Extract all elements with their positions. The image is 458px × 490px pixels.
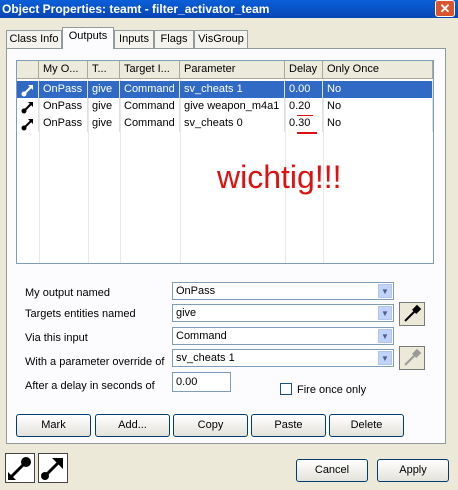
tab-outputs[interactable]: Outputs xyxy=(62,27,114,49)
cell-delay: 0.00 xyxy=(285,81,323,98)
chevron-down-icon[interactable]: ▼ xyxy=(378,329,392,343)
cell-parameter: sv_cheats 1 xyxy=(180,81,285,98)
table-row[interactable]: OnPass give Command sv_cheats 1 0.00 No xyxy=(17,81,433,98)
cell-output: OnPass xyxy=(39,98,88,115)
target-value: give xyxy=(176,307,197,319)
output-arrow-icon xyxy=(17,98,39,115)
title-bar: Object Properties: teamt - filter_activa… xyxy=(0,0,458,18)
tab-visgroup[interactable]: VisGroup xyxy=(194,30,248,48)
table-row[interactable]: OnPass give Command give weapon_m4a1 0.2… xyxy=(17,98,433,115)
chevron-down-icon[interactable]: ▼ xyxy=(378,306,392,320)
output-label: My output named xyxy=(25,287,110,299)
cell-only-once: No xyxy=(323,115,433,132)
cell-input: Command xyxy=(120,98,180,115)
eyedropper-icon xyxy=(404,348,422,366)
input-value: Command xyxy=(176,330,227,342)
cell-parameter: give weapon_m4a1 xyxy=(180,98,285,115)
output-arrow-icon xyxy=(17,81,39,98)
copy-button[interactable]: Copy xyxy=(173,414,248,437)
add-button[interactable]: Add... xyxy=(95,414,170,437)
window-title: Object Properties: teamt - filter_activa… xyxy=(2,2,270,16)
cell-only-once: No xyxy=(323,98,433,115)
output-value: OnPass xyxy=(176,285,216,297)
chevron-down-icon[interactable]: ▼ xyxy=(378,284,392,298)
tab-inputs[interactable]: Inputs xyxy=(114,30,154,48)
tab-class-info[interactable]: Class Info xyxy=(6,30,62,48)
column-header-delay[interactable]: Delay xyxy=(285,61,323,79)
param-select[interactable]: sv_cheats 1 ▼ xyxy=(172,349,394,367)
delay-input[interactable]: 0.00 xyxy=(172,372,231,392)
cell-delay: 0.30 xyxy=(285,115,323,132)
column-header-parameter[interactable]: Parameter xyxy=(180,61,285,79)
annotation-underline xyxy=(297,132,317,134)
eyedropper-icon xyxy=(404,304,422,322)
column-header-target[interactable]: T... xyxy=(88,61,120,79)
cell-target: give xyxy=(88,98,120,115)
cell-delay: 0.20 xyxy=(285,98,323,115)
cancel-button[interactable]: Cancel xyxy=(296,459,368,482)
output-select[interactable]: OnPass ▼ xyxy=(172,282,394,300)
param-value: sv_cheats 1 xyxy=(176,352,235,364)
output-arrow-icon xyxy=(17,115,39,132)
delay-label: After a delay in seconds of xyxy=(25,380,155,392)
cell-input: Command xyxy=(120,81,180,98)
fire-once-checkbox[interactable] xyxy=(280,383,292,395)
output-connections-icon[interactable] xyxy=(38,453,68,483)
tab-flags[interactable]: Flags xyxy=(154,30,194,48)
column-header-input[interactable]: Target I... xyxy=(120,61,180,79)
apply-button[interactable]: Apply xyxy=(377,459,449,482)
cell-parameter: sv_cheats 0 xyxy=(180,115,285,132)
param-label: With a parameter override of xyxy=(25,356,165,368)
input-label: Via this input xyxy=(25,332,88,344)
column-header-only-once[interactable]: Only Once xyxy=(323,61,433,79)
cell-target: give xyxy=(88,81,120,98)
input-select[interactable]: Command ▼ xyxy=(172,327,394,345)
pick-param-button[interactable] xyxy=(399,346,425,370)
delete-button[interactable]: Delete xyxy=(329,414,404,437)
cell-target: give xyxy=(88,115,120,132)
annotation-text: wichtig!!! xyxy=(217,159,342,195)
cell-input: Command xyxy=(120,115,180,132)
column-header-icon[interactable] xyxy=(17,61,39,79)
fire-once-label: Fire once only xyxy=(297,384,367,396)
close-button[interactable]: ✕ xyxy=(435,0,455,17)
paste-button[interactable]: Paste xyxy=(251,414,326,437)
mark-button[interactable]: Mark xyxy=(16,414,91,437)
annotation-underline xyxy=(297,115,313,116)
target-select[interactable]: give ▼ xyxy=(172,304,394,322)
cell-only-once: No xyxy=(323,81,433,98)
chevron-down-icon[interactable]: ▼ xyxy=(378,351,392,365)
pick-target-button[interactable] xyxy=(399,302,425,326)
target-label: Targets entities named xyxy=(25,308,136,320)
input-connections-icon[interactable] xyxy=(5,453,35,483)
column-header-output[interactable]: My O... xyxy=(39,61,88,79)
cell-output: OnPass xyxy=(39,81,88,98)
cell-output: OnPass xyxy=(39,115,88,132)
table-row[interactable]: OnPass give Command sv_cheats 0 0.30 No xyxy=(17,115,433,132)
